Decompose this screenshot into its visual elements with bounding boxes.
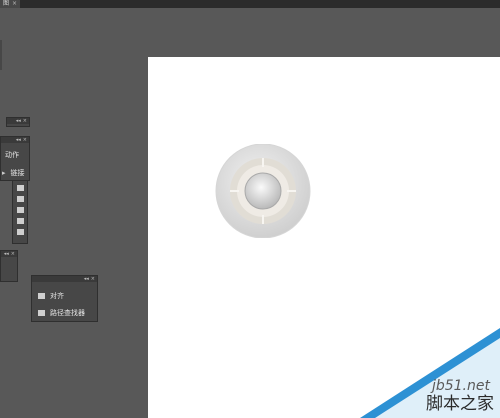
collapse-icon[interactable]: ◂◂: [16, 118, 21, 124]
collapsed-panel: ◂◂ ×: [6, 117, 30, 127]
align-icon: [38, 293, 45, 299]
link-icon: ▸: [2, 169, 6, 177]
actions-links-panel: ◂◂ × 动作 ▸ 链接: [0, 136, 30, 181]
panel-item-pathfinder[interactable]: 路径查找器: [32, 301, 97, 318]
tool-icon[interactable]: [16, 196, 24, 202]
close-icon[interactable]: ×: [91, 276, 95, 282]
tool-icon[interactable]: [16, 229, 24, 235]
close-icon[interactable]: ×: [12, 0, 17, 8]
document-tab-title: 图: [3, 0, 10, 7]
tool-icon-strip: [12, 180, 28, 244]
close-icon[interactable]: ×: [23, 118, 27, 124]
panel-header: ◂◂ ×: [1, 251, 17, 257]
panel-item-align[interactable]: 对齐: [32, 282, 97, 301]
panel-item-label: 链接: [10, 169, 25, 177]
pathfinder-icon: [38, 310, 45, 316]
document-tab[interactable]: 图 ×: [0, 0, 21, 8]
collapse-icon[interactable]: ◂◂: [84, 276, 89, 282]
collapsed-panel-left: ◂◂ ×: [0, 250, 18, 282]
close-icon[interactable]: ×: [23, 137, 27, 143]
panel-item-actions[interactable]: 动作: [1, 143, 29, 160]
watermark-brand: 脚本之家: [426, 394, 494, 414]
collapse-icon[interactable]: ◂◂: [16, 137, 21, 143]
tool-icon[interactable]: [16, 218, 24, 224]
align-pathfinder-panel: ◂◂ × 对齐 路径查找器: [31, 275, 98, 322]
close-icon[interactable]: ×: [11, 251, 15, 257]
panel-header: ◂◂ ×: [7, 118, 29, 124]
panel-item-label: 动作: [5, 151, 19, 159]
circle-button-artwork[interactable]: [214, 144, 312, 238]
panel-item-links[interactable]: ▸ 链接: [1, 160, 29, 178]
panel-item-label: 路径查找器: [50, 309, 85, 317]
collapsed-panel-edge[interactable]: [0, 40, 2, 70]
tool-icon[interactable]: [16, 185, 24, 191]
tool-icon[interactable]: [16, 207, 24, 213]
top-bar: [0, 0, 500, 8]
panel-item-label: 对齐: [50, 292, 64, 300]
collapse-icon[interactable]: ◂◂: [4, 251, 9, 257]
